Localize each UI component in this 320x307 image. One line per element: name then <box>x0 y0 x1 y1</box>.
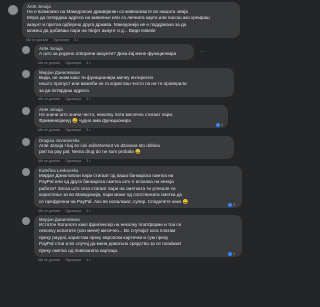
comment-text-line: А што за родено отворени акаунти? Дека ќ… <box>39 51 177 56</box>
avatar[interactable] <box>22 168 30 176</box>
more-options-icon[interactable]: ... <box>200 48 206 54</box>
reaction-count[interactable]: 1 <box>226 251 237 257</box>
comment-actions: Ми се допаѓа Одговори 3 г. <box>38 128 95 132</box>
reply-button[interactable]: Одговори <box>65 128 81 132</box>
reaction-count[interactable]: 1 <box>214 122 225 128</box>
comment-text-line: можеш да добиваш пари на твојот акаунт и… <box>27 28 156 34</box>
comment-actions: Ми се допаѓа Одговори 3 г. <box>38 209 95 213</box>
timestamp: 3 г. <box>86 97 91 101</box>
comment-bubble: Мирjан Даниловски Види, не знам како ти … <box>34 68 234 98</box>
reply-button[interactable]: Одговори <box>65 258 81 262</box>
avatar[interactable] <box>22 70 30 78</box>
avatar[interactable] <box>22 138 30 146</box>
comment-actions: Ми се допаѓа Одговори 3 г. <box>38 61 95 65</box>
comment-actions: Ми се допаѓа Одговори 3 г. <box>38 258 95 262</box>
comment-bubble: Мирjан Даниловски Истатон Каталото како … <box>34 215 242 258</box>
comment-actions: Ми се допаѓа Одговори 3 г. <box>38 97 95 101</box>
like-button[interactable]: Ми се допаѓа <box>38 209 60 213</box>
avatar[interactable] <box>22 217 30 225</box>
timestamp: 3 г. <box>86 128 91 132</box>
comment-bubble: Kateřina Levkovska Мирjан Даниловски пар… <box>34 166 242 209</box>
comment-bubble: Ante Jonaja Не е возможно на Македонски … <box>22 2 240 38</box>
reply-button[interactable]: Одговори <box>65 97 81 101</box>
like-button[interactable]: Ми се допаѓа <box>38 159 60 163</box>
like-icon <box>228 251 232 256</box>
comment-text-line: за да потврдиш адреса <box>39 87 89 93</box>
comment-bubble: Ante Jonaja Не значи што значи честo, не… <box>34 105 228 128</box>
reply-button[interactable]: Одговори <box>65 159 81 163</box>
reply-button[interactable]: Одговори <box>53 38 69 42</box>
like-button[interactable]: Ми се допаѓа <box>38 97 60 101</box>
comment-text-line: Мора да потврдиш адреса на живеење или с… <box>27 15 210 21</box>
reaction-count[interactable]: 2 <box>226 202 237 208</box>
comment-bubble: Ante Jonaja А што за родено отворени ака… <box>34 44 194 61</box>
comment-text-line: преку сметка од повезаната картица. <box>39 247 119 253</box>
comment-text-line: се префрлени на PayPal. Ако ве испалкаат… <box>39 198 189 204</box>
comment-actions: Ми се допаѓа Одговори 3 г. <box>38 159 95 163</box>
timestamp: 3 г. <box>86 258 91 262</box>
timestamp: 3 г. <box>86 209 91 213</box>
timestamp: 3 г. <box>86 159 91 163</box>
like-button[interactable]: Ми се допаѓа <box>26 38 48 42</box>
reply-button[interactable]: Одговори <box>65 61 81 65</box>
like-button[interactable]: Ми се допаѓа <box>38 61 60 65</box>
avatar[interactable] <box>8 5 18 15</box>
avatar[interactable] <box>22 46 30 54</box>
like-button[interactable]: Ми се допаѓа <box>38 128 60 132</box>
comment-thread: Ante Jonaja Не е возможно на Македонски … <box>0 0 250 307</box>
comment-bubble: Dragica Jovanovska Ante Jonaja I kaj so … <box>34 136 234 159</box>
timestamp: 3 г. <box>86 61 91 65</box>
comment-text-line: Фрименкорeeд 😀 чудно ама функционира <box>39 118 131 124</box>
comment-text-line: pari na pay pal. Nema drug do ne sum pro… <box>39 149 141 155</box>
timestamp: 3 г. <box>74 38 79 42</box>
avatar[interactable] <box>22 107 30 115</box>
reply-button[interactable]: Одговори <box>65 209 81 213</box>
comment-actions: Ми се допаѓа Одговори 3 г. <box>26 38 83 42</box>
like-icon <box>228 202 232 207</box>
like-button[interactable]: Ми се допаѓа <box>38 258 60 262</box>
like-icon <box>216 122 220 127</box>
